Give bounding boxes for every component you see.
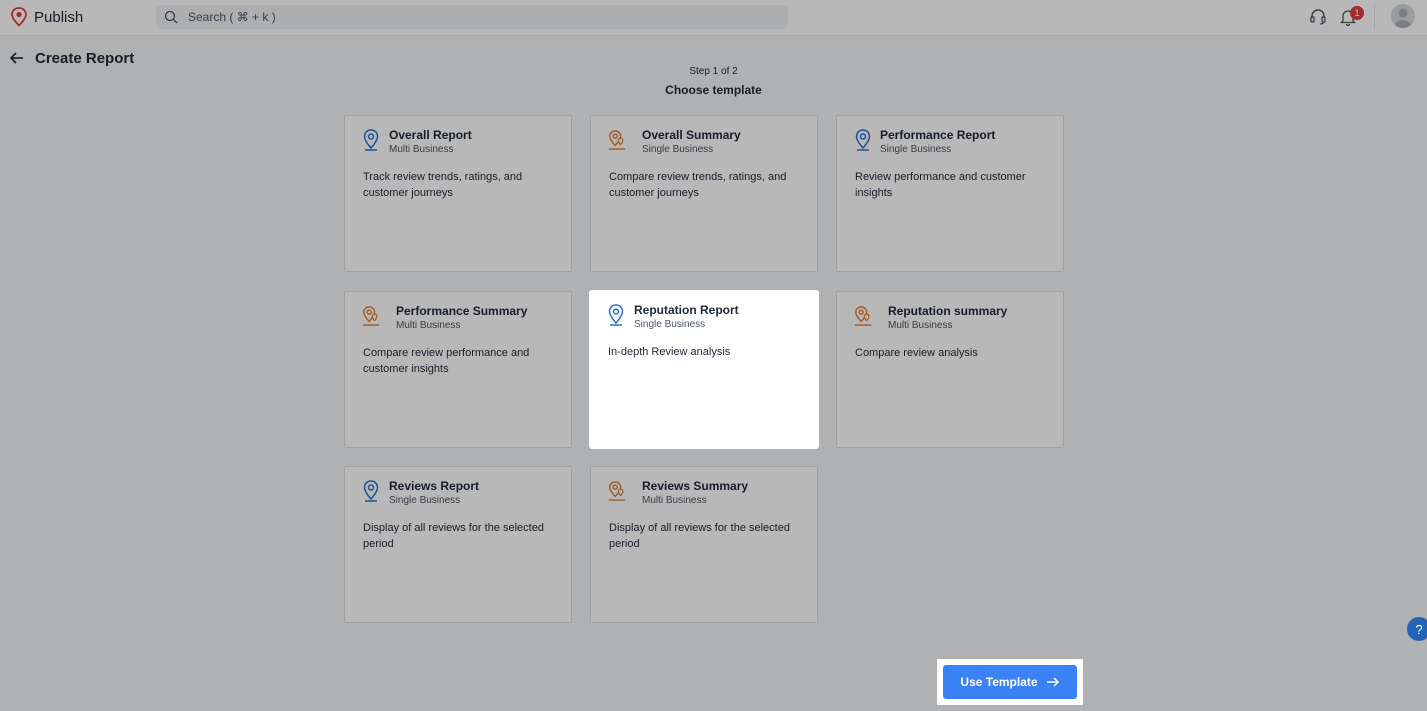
location-pin-icon [363, 480, 379, 502]
brand[interactable]: Publish [10, 7, 83, 27]
template-card-reputation-report[interactable]: Reputation Report Single Business In-dep… [590, 291, 818, 448]
search-bar[interactable]: Search ( ⌘ + k ) [156, 5, 788, 29]
template-scope: Single Business [389, 495, 461, 506]
template-card-reviews-summary[interactable]: Reviews Summary Multi Business Display o… [590, 466, 818, 623]
template-name: Overall Summary [642, 128, 741, 142]
arrow-right-icon [1046, 677, 1059, 687]
template-scope: Multi Business [396, 320, 461, 331]
template-description: Display of all reviews for the selected … [609, 522, 790, 550]
template-description: Compare review analysis [855, 347, 978, 359]
step-title: Choose template [665, 83, 762, 97]
template-name: Reviews Summary [642, 479, 749, 493]
template-description: Compare review trends, ratings, and cust… [609, 171, 787, 199]
search-icon [164, 10, 178, 24]
template-name: Reputation Report [634, 303, 739, 317]
location-pin-icon [363, 129, 379, 151]
notification-badge: 1 [1350, 6, 1364, 20]
template-scope: Single Business [634, 319, 706, 330]
template-description: Display of all reviews for the selected … [363, 522, 544, 550]
template-card-reviews-report[interactable]: Reviews Report Single Business Display o… [344, 466, 572, 623]
template-description: In-depth Review analysis [608, 346, 731, 358]
template-card-overall-summary[interactable]: Overall Summary Single Business Compare … [590, 115, 818, 272]
app-logo-icon [11, 7, 27, 27]
template-description: Review performance and customer insights [855, 171, 1026, 199]
template-description: Compare review performance and customer … [363, 347, 530, 375]
support-headset-icon[interactable] [1309, 8, 1327, 26]
step-indicator: Step 1 of 2 [689, 66, 738, 77]
template-name: Performance Summary [396, 304, 528, 318]
template-name: Reputation summary [888, 304, 1008, 318]
template-scope: Multi Business [642, 495, 707, 506]
template-scope: Multi Business [888, 320, 953, 331]
template-scope: Single Business [642, 144, 714, 155]
location-multi-icon [854, 306, 872, 326]
template-card-reputation-summary[interactable]: Reputation summary Multi Business Compar… [836, 291, 1064, 448]
location-multi-icon [608, 481, 626, 501]
location-multi-icon [362, 306, 380, 326]
help-icon[interactable]: ? [1407, 617, 1427, 641]
page-title: Create Report [35, 50, 135, 67]
top-bar: Publish Search ( ⌘ + k ) 1 [0, 0, 1427, 36]
template-name: Performance Report [880, 128, 996, 142]
avatar[interactable] [1391, 4, 1415, 28]
divider [1374, 4, 1375, 30]
location-multi-icon [608, 130, 626, 150]
use-template-button[interactable]: Use Template [943, 665, 1077, 699]
location-pin-icon [855, 129, 871, 151]
template-scope: Multi Business [389, 144, 454, 155]
template-card-performance-report[interactable]: Performance Report Single Business Revie… [836, 115, 1064, 272]
user-avatar-icon [1394, 8, 1412, 28]
template-scope: Single Business [880, 144, 952, 155]
template-card-performance-summary[interactable]: Performance Summary Multi Business Compa… [344, 291, 572, 448]
app-name: Publish [34, 8, 84, 26]
location-pin-icon [608, 304, 624, 326]
template-name: Overall Report [389, 128, 472, 142]
template-description: Track review trends, ratings, and custom… [363, 171, 523, 199]
search-placeholder: Search ( ⌘ + k ) [188, 10, 276, 24]
template-card-overall-report[interactable]: Overall Report Multi Business Track revi… [344, 115, 572, 272]
use-template-label: Use Template [960, 675, 1038, 689]
template-name: Reviews Report [389, 479, 480, 493]
back-arrow-icon[interactable] [10, 51, 24, 65]
